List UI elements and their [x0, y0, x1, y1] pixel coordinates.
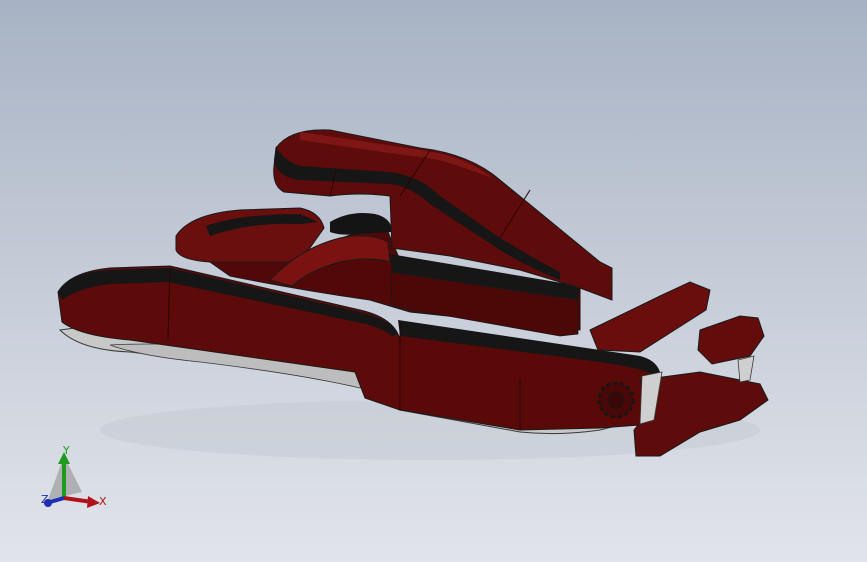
triad-y-label: Y [63, 444, 70, 457]
cockpit-hole [330, 213, 392, 235]
boat-model[interactable] [0, 0, 867, 562]
graphics-viewport[interactable]: Y X Z [0, 0, 867, 562]
front-vent [597, 381, 635, 419]
front-wing-grey-tip [737, 355, 755, 383]
triad-z-label: Z [41, 493, 49, 506]
triad-x-label: X [99, 495, 107, 508]
coordinate-triad [44, 452, 100, 508]
